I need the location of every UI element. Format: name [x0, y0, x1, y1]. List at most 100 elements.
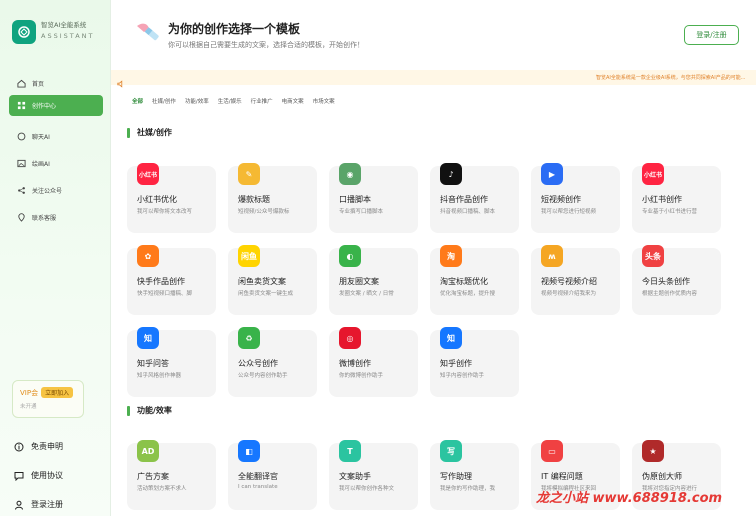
card-title: 朋友圈文案 — [339, 277, 379, 286]
sidebar-item-label: 关注公众号 — [32, 188, 63, 195]
template-card[interactable]: 淘淘宝标题优化优化淘宝标题，提升搜 — [430, 245, 519, 315]
tab-all[interactable]: 全部 — [132, 97, 143, 105]
code-icon: ▭ — [541, 440, 563, 462]
card-description: 优化淘宝标题，提升搜 — [440, 291, 496, 297]
card-description: 抖音视频口播稿、脚本 — [440, 209, 496, 215]
login-button[interactable]: 登录/注册 — [684, 25, 739, 45]
login-register-link[interactable]: 登录注册 — [14, 499, 63, 510]
card-description: 发圈文案 / 晒文 / 日常 — [339, 291, 394, 297]
section-heading: 功能/效率 — [127, 405, 172, 416]
card-title: 闲鱼卖货文案 — [238, 277, 286, 286]
card-description: 我可以帮您进行短视频 — [541, 209, 597, 215]
card-title: 淘宝标题优化 — [440, 277, 488, 286]
template-card[interactable]: 知知乎创作 知乎内容创作助手 — [430, 327, 519, 397]
translate-icon: ◧ — [238, 440, 260, 462]
app-name: 智览AI全能系统 — [41, 21, 87, 29]
card-description: 快手短视频口播稿、脚 — [137, 291, 193, 297]
template-card[interactable]: ◐ 朋友圈文案发圈文案 / 晒文 / 日常 — [329, 245, 418, 315]
sidebar-item-draw-ai[interactable]: 绘画AI — [9, 153, 103, 174]
vip-panel: VIP会 立即加入 未开通 — [12, 380, 84, 418]
tab-ecommerce-copy[interactable]: 电商文案 — [282, 97, 304, 105]
taobao-icon: 淘 — [440, 245, 462, 267]
watermark: 龙之小站 www.688918.com — [536, 491, 723, 506]
page-title: 为你的创作选择一个模板 — [168, 22, 301, 36]
sidebar-item-home[interactable]: 首页 — [9, 73, 103, 94]
card-description: 知乎内容创作助手 — [440, 373, 485, 379]
app-root: 智览AI全能系统 ASSISTANT 首页 创作中心 聊天AI 绘画AI 关注公… — [0, 0, 756, 516]
card-title: 小红书优化 — [137, 195, 177, 204]
sidebar-item-creation-center[interactable]: 创作中心 — [9, 95, 103, 116]
grid-icon — [17, 101, 26, 110]
recycle-icon: ♻ — [238, 327, 260, 349]
template-card[interactable]: ʍ 视频号视频介绍 视频号视频介绍我来为 — [531, 245, 620, 315]
section-accent-bar — [127, 127, 130, 138]
section-title: 社媒/创作 — [137, 128, 172, 137]
moments-icon: ◐ — [339, 245, 361, 267]
tab-marketing-copy[interactable]: 市场文案 — [313, 97, 335, 105]
template-card[interactable]: AD 广告方案 活动策划方案不求人 — [127, 440, 216, 510]
template-card[interactable]: 小红书 小红书创作 专业基于小红书进行营 — [632, 163, 721, 233]
card-description: 公众号内容创作助手 — [238, 373, 288, 379]
write-icon: 写 — [440, 440, 462, 462]
disclaimer-link[interactable]: 免责申明 — [14, 441, 63, 452]
chat-icon — [17, 132, 26, 141]
template-card[interactable]: 知知乎问答知乎风格创作神器 — [127, 327, 216, 397]
section-accent-bar — [127, 405, 130, 416]
card-title: 知乎问答 — [137, 359, 169, 368]
card-title: 微博创作 — [339, 359, 371, 368]
tab-function-efficiency[interactable]: 功能/效率 — [185, 97, 209, 105]
card-title: 知乎创作 — [440, 359, 472, 368]
template-card[interactable]: ✿ 快手作品创作 快手短视频口播稿、脚 — [127, 245, 216, 315]
template-card[interactable]: ◉ 口播脚本 专业撰写口播脚本 — [329, 163, 418, 233]
notice-bar: 智览AI全能系统是一款企业级AI系统，与您共同探索AI产品的可能... — [111, 70, 756, 88]
sidebar-item-label: 绘画AI — [32, 161, 50, 168]
vip-join-button[interactable]: 立即加入 — [41, 387, 74, 398]
card-description: 根据主题创作优质内容 — [642, 291, 698, 297]
location-icon — [17, 213, 26, 222]
template-card[interactable]: ▶ 短视频创作 我可以帮您进行短视频 — [531, 163, 620, 233]
app-logo-icon — [12, 20, 36, 44]
zhihu-icon: 知 — [137, 327, 159, 349]
template-card[interactable]: ♻ 公众号创作 公众号内容创作助手 — [228, 327, 317, 397]
category-tabs: 全部 社媒/创作 功能/效率 生活/娱乐 行业推广 电商文案 市场文案 — [132, 97, 344, 105]
template-card[interactable]: T 文案助手 我可以帮你创作各种文 — [329, 440, 418, 510]
douyin-icon: ♪ — [440, 163, 462, 185]
card-title: 视频号视频介绍 — [541, 277, 597, 286]
terms-link[interactable]: 使用协议 — [14, 470, 63, 481]
card-description: 专业基于小红书进行营 — [642, 209, 698, 215]
message-icon — [14, 471, 24, 481]
card-title: 全能翻译官 — [238, 472, 278, 481]
card-title: 伪原创大师 — [642, 472, 682, 481]
card-title: 今日头条创作 — [642, 277, 690, 286]
template-card[interactable]: 写写作助理 我是你的写作助理，我 — [430, 440, 519, 510]
tab-social-creation[interactable]: 社媒/创作 — [152, 97, 176, 105]
section-heading: 社媒/创作 — [127, 127, 172, 138]
template-card[interactable]: 小红书 小红书优化 我可以帮你将文本改写 — [127, 163, 216, 233]
tab-life-entertainment[interactable]: 生活/娱乐 — [218, 97, 242, 105]
card-title: 文案助手 — [339, 472, 371, 481]
speaker-icon — [117, 73, 125, 92]
sidebar-item-support[interactable]: 联系客服 — [9, 207, 103, 228]
template-card[interactable]: ◎ 微博创作 你的微博创作助手 — [329, 327, 418, 397]
card-description: 你的微博创作助手 — [339, 373, 384, 379]
header-brush-icon — [134, 20, 162, 48]
card-description: 闲鱼卖货文案一键生成 — [238, 291, 294, 297]
tab-industry-promotion[interactable]: 行业推广 — [251, 97, 273, 105]
template-card[interactable]: 头条今日头条创作根据主题创作优质内容 — [632, 245, 721, 315]
toutiao-icon: 头条 — [642, 245, 664, 267]
home-icon — [17, 79, 26, 88]
user-icon — [14, 500, 24, 510]
sidebar-item-chat-ai[interactable]: 聊天AI — [9, 126, 103, 147]
sidebar-item-follow[interactable]: 关注公众号 — [9, 180, 103, 201]
template-card[interactable]: 闲鱼 闲鱼卖货文案 闲鱼卖货文案一键生成 — [228, 245, 317, 315]
template-card[interactable]: ◧ 全能翻译官 I can translate — [228, 440, 317, 510]
xiaohongshu-icon: 小红书 — [137, 163, 159, 185]
card-title: 写作助理 — [440, 472, 472, 481]
sidebar-item-label: 首页 — [32, 81, 45, 88]
card-description: 我可以帮你创作各种文 — [339, 486, 395, 492]
template-card[interactable]: ✎ 爆款标题 短视频/公众号爆款标 — [228, 163, 317, 233]
template-card[interactable]: ♪ 抖音作品创作 抖音视频口播稿、脚本 — [430, 163, 519, 233]
card-title: IT 编程问题 — [541, 472, 583, 481]
card-title: 快手作品创作 — [137, 277, 185, 286]
card-description: 知乎风格创作神器 — [137, 373, 182, 379]
